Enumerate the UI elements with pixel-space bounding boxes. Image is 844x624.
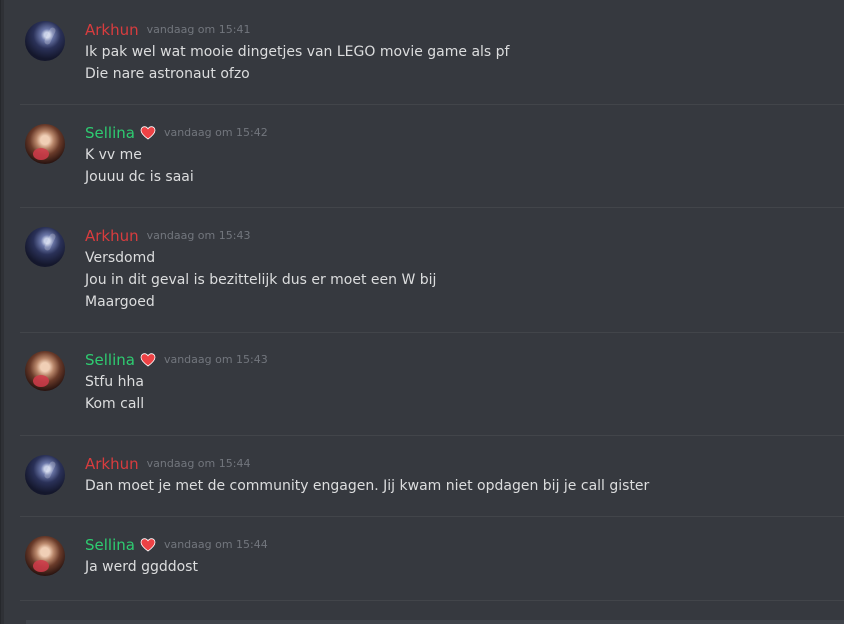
message-line: Kom call — [85, 396, 145, 412]
username[interactable]: Sellina — [85, 349, 135, 371]
avatar-accent — [33, 560, 49, 572]
timestamp[interactable]: vandaag om 15:43 — [164, 349, 268, 371]
message-group: Arkhun vandaag om 15:44 Dan moet je met … — [4, 453, 844, 517]
message-divider — [20, 600, 844, 601]
message-divider — [20, 104, 844, 105]
message-content: Ik pak wel wat mooie dingetjes van LEGO … — [85, 41, 509, 85]
username[interactable]: Sellina — [85, 122, 135, 144]
avatar-highlight — [43, 232, 57, 252]
scroll-edge — [0, 0, 1, 624]
avatar-highlight — [43, 460, 57, 480]
timestamp[interactable]: vandaag om 15:44 — [164, 534, 268, 556]
message-header: Arkhun vandaag om 15:43 — [85, 225, 250, 247]
sellina-avatar[interactable] — [25, 124, 65, 164]
avatar-highlight — [43, 26, 57, 46]
message-group: Sellina vandaag om 15:42 K vv me Jouuu d… — [4, 122, 844, 208]
message-content: Ja werd ggddost — [85, 556, 198, 578]
username[interactable]: Arkhun — [85, 19, 139, 41]
avatar-accent — [33, 375, 49, 387]
chat-window: Arkhun vandaag om 15:41 Ik pak wel wat m… — [0, 0, 844, 624]
timestamp[interactable]: vandaag om 15:43 — [147, 225, 251, 247]
message-header: Sellina vandaag om 15:42 — [85, 122, 268, 144]
sellina-avatar[interactable] — [25, 351, 65, 391]
message-header: Sellina vandaag om 15:44 — [85, 534, 268, 556]
username[interactable]: Sellina — [85, 534, 135, 556]
message-divider — [20, 435, 844, 436]
username[interactable]: Arkhun — [85, 225, 139, 247]
arkhun-avatar[interactable] — [25, 455, 65, 495]
heart-icon — [140, 125, 156, 141]
message-line: Maargoed — [85, 294, 155, 310]
message-line: Jouuu dc is saai — [85, 169, 194, 185]
message-header: Arkhun vandaag om 15:41 — [85, 19, 250, 41]
heart-icon — [140, 537, 156, 553]
message-divider — [20, 332, 844, 333]
message-line: K vv me — [85, 147, 142, 163]
heart-icon — [140, 352, 156, 368]
message-group: Arkhun vandaag om 15:41 Ik pak wel wat m… — [4, 19, 844, 105]
message-line: Ik pak wel wat mooie dingetjes van LEGO … — [85, 44, 510, 60]
message-line: Die nare astronaut ofzo — [85, 66, 250, 82]
message-divider — [20, 207, 844, 208]
username[interactable]: Arkhun — [85, 453, 139, 475]
message-content: Dan moet je met de community engagen. Ji… — [85, 475, 649, 497]
message-line: Stfu hha — [85, 374, 144, 390]
timestamp[interactable]: vandaag om 15:41 — [147, 19, 251, 41]
message-header: Sellina vandaag om 15:43 — [85, 349, 268, 371]
message-content: Versdomd Jou in dit geval is bezittelijk… — [85, 247, 436, 313]
sellina-avatar[interactable] — [25, 536, 65, 576]
message-line: Jou in dit geval is bezittelijk dus er m… — [85, 272, 437, 288]
message-content: K vv me Jouuu dc is saai — [85, 144, 194, 188]
message-content: Stfu hha Kom call — [85, 371, 144, 415]
message-line: Versdomd — [85, 250, 156, 266]
message-group: Sellina vandaag om 15:44 Ja werd ggddost — [4, 534, 844, 598]
message-line: Ja werd ggddost — [85, 559, 198, 575]
message-input-edge[interactable] — [26, 620, 844, 624]
arkhun-avatar[interactable] — [25, 227, 65, 267]
arkhun-avatar[interactable] — [25, 21, 65, 61]
message-group: Sellina vandaag om 15:43 Stfu hha Kom ca… — [4, 349, 844, 435]
message-divider — [20, 516, 844, 517]
timestamp[interactable]: vandaag om 15:42 — [164, 122, 268, 144]
message-line: Dan moet je met de community engagen. Ji… — [85, 478, 650, 494]
message-header: Arkhun vandaag om 15:44 — [85, 453, 250, 475]
avatar-accent — [33, 148, 49, 160]
timestamp[interactable]: vandaag om 15:44 — [147, 453, 251, 475]
message-group: Arkhun vandaag om 15:43 Versdomd Jou in … — [4, 225, 844, 333]
